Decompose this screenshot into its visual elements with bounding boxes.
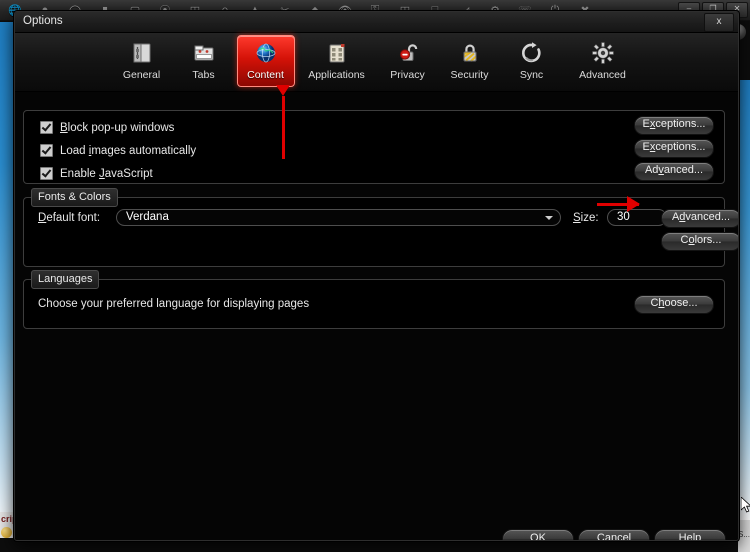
tab-general-label: General (122, 69, 161, 81)
colors-button[interactable]: Colors... (661, 232, 738, 251)
checkbox-enable-javascript[interactable] (40, 167, 53, 180)
languages-description: Choose your preferred language for displ… (38, 298, 310, 310)
tab-content-label: Content (247, 69, 284, 81)
cancel-button[interactable]: Cancel (578, 529, 650, 540)
unlocked-padlock-icon (396, 40, 420, 66)
background-page-right-text: S... (738, 530, 750, 539)
options-dialog: Options x General Tabs Content Applicati… (14, 11, 739, 541)
content-pane: Block pop-up windows Load images automat… (15, 92, 738, 540)
browser-tabs-icon (192, 40, 216, 66)
tab-sync[interactable]: Sync (503, 35, 561, 87)
languages-group: Languages Choose your preferred language… (23, 270, 725, 329)
checkbox-block-popups[interactable] (40, 121, 53, 134)
globe-icon (254, 40, 278, 66)
choose-language-button[interactable]: Choose... (634, 295, 714, 314)
tab-security[interactable]: Security (441, 35, 499, 87)
background-page-right-edge (738, 80, 750, 520)
images-exceptions-button[interactable]: Exceptions... (634, 139, 714, 158)
mouse-cursor (741, 497, 750, 513)
gear-icon (591, 40, 615, 66)
tab-privacy[interactable]: Privacy (379, 35, 437, 87)
tab-applications[interactable]: Applications (299, 35, 375, 87)
ok-button[interactable]: OK (502, 529, 574, 540)
popup-exceptions-button[interactable]: Exceptions... (634, 116, 714, 135)
checkbox-enable-javascript-label: Enable JavaScript (60, 167, 153, 180)
tab-tabs-label: Tabs (192, 69, 215, 81)
fonts-and-colors-group-label: Fonts & Colors (31, 188, 118, 207)
dialog-titlebar[interactable]: Options x (15, 12, 738, 33)
locked-padlock-icon (458, 40, 482, 66)
applications-grid-icon (325, 40, 349, 66)
sync-arrows-icon (520, 40, 544, 66)
fonts-advanced-button[interactable]: Advanced... (661, 209, 738, 228)
tab-applications-label: Applications (308, 69, 365, 81)
default-font-combobox[interactable]: Verdana (116, 209, 561, 226)
tab-advanced[interactable]: Advanced (565, 35, 641, 87)
checkbox-load-images[interactable] (40, 144, 53, 157)
arrow-to-content-tab-head (276, 85, 290, 96)
default-font-value: Verdana (126, 211, 169, 223)
fonts-and-colors-group: Fonts & Colors Default font: Verdana Siz… (23, 188, 738, 267)
font-size-value: 30 (617, 211, 630, 223)
tab-privacy-label: Privacy (390, 69, 425, 81)
default-font-label: Default font: (38, 212, 101, 224)
tab-tabs[interactable]: Tabs (175, 35, 233, 87)
javascript-advanced-button[interactable]: Advanced... (634, 162, 714, 181)
checkbox-row-load-images[interactable]: Load images automatically (40, 144, 196, 157)
arrow-to-advanced-font-button-head (627, 196, 640, 212)
content-options-group: Block pop-up windows Load images automat… (23, 110, 725, 184)
chevron-down-icon (545, 216, 553, 220)
tab-strip: General Tabs Content Applications Privac… (15, 33, 738, 92)
help-button[interactable]: Help (654, 529, 726, 540)
status-orb-icon (1, 527, 12, 538)
font-size-label: Size: (573, 212, 599, 224)
tab-security-label: Security (450, 69, 489, 81)
dialog-close-button[interactable]: x (704, 13, 734, 32)
tab-general[interactable]: General (113, 35, 171, 87)
background-page-right-footer: S... (738, 520, 750, 552)
checkbox-row-enable-javascript[interactable]: Enable JavaScript (40, 167, 153, 180)
tab-content[interactable]: Content (236, 35, 295, 87)
checkbox-row-block-popups[interactable]: Block pop-up windows (40, 121, 174, 134)
tab-advanced-label: Advanced (579, 69, 626, 81)
arrow-to-content-tab-shaft (282, 96, 285, 159)
checkbox-load-images-label: Load images automatically (60, 144, 197, 157)
general-panel-icon (130, 40, 154, 66)
tab-sync-label: Sync (519, 69, 544, 81)
checkbox-block-popups-label: Block pop-up windows (60, 121, 175, 134)
dialog-title: Options (23, 15, 63, 27)
accel-b: B (60, 121, 68, 134)
languages-group-label: Languages (31, 270, 100, 289)
